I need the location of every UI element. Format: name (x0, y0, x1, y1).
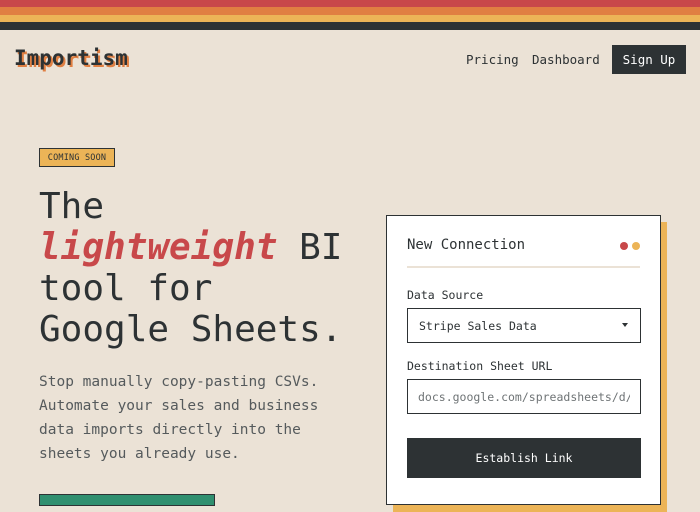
data-source-select[interactable]: Stripe Sales Data (407, 308, 641, 343)
amber-dot-icon (632, 242, 640, 250)
stripe-dark (0, 22, 700, 30)
coming-soon-badge: COMING SOON (39, 148, 115, 167)
hero-subtext: Stop manually copy-pasting CSVs. Automat… (39, 374, 319, 462)
decorative-stripes (0, 0, 700, 30)
logo[interactable]: Importism (14, 46, 128, 70)
headline-line-2-rest: BI (277, 227, 343, 268)
hero-headline: The lightweight BI tool for Google Sheets. (39, 186, 342, 350)
connection-card: New Connection Data Source Stripe Sales … (386, 215, 661, 505)
primary-cta-button[interactable] (39, 494, 215, 506)
destination-url-label: Destination Sheet URL (407, 359, 553, 373)
chevron-down-icon (622, 323, 628, 327)
headline-line-4: Google Sheets. (39, 309, 343, 350)
headline-accent: lightweight (39, 227, 278, 268)
stripe-orange (0, 7, 700, 15)
headline-line-3: tool for (39, 268, 213, 309)
destination-url-input[interactable] (407, 379, 641, 414)
nav-pricing-link[interactable]: Pricing (466, 52, 519, 67)
stripe-red (0, 0, 700, 7)
data-source-value: Stripe Sales Data (419, 318, 537, 333)
headline-line-1: The (39, 186, 105, 227)
data-source-label: Data Source (407, 288, 484, 302)
red-dot-icon (620, 242, 628, 250)
sign-up-button[interactable]: Sign Up (612, 45, 686, 74)
stripe-amber (0, 15, 700, 22)
nav-dashboard-link[interactable]: Dashboard (532, 52, 600, 67)
establish-link-button[interactable]: Establish Link (407, 438, 641, 478)
card-divider (407, 266, 640, 268)
card-title: New Connection (407, 237, 526, 253)
